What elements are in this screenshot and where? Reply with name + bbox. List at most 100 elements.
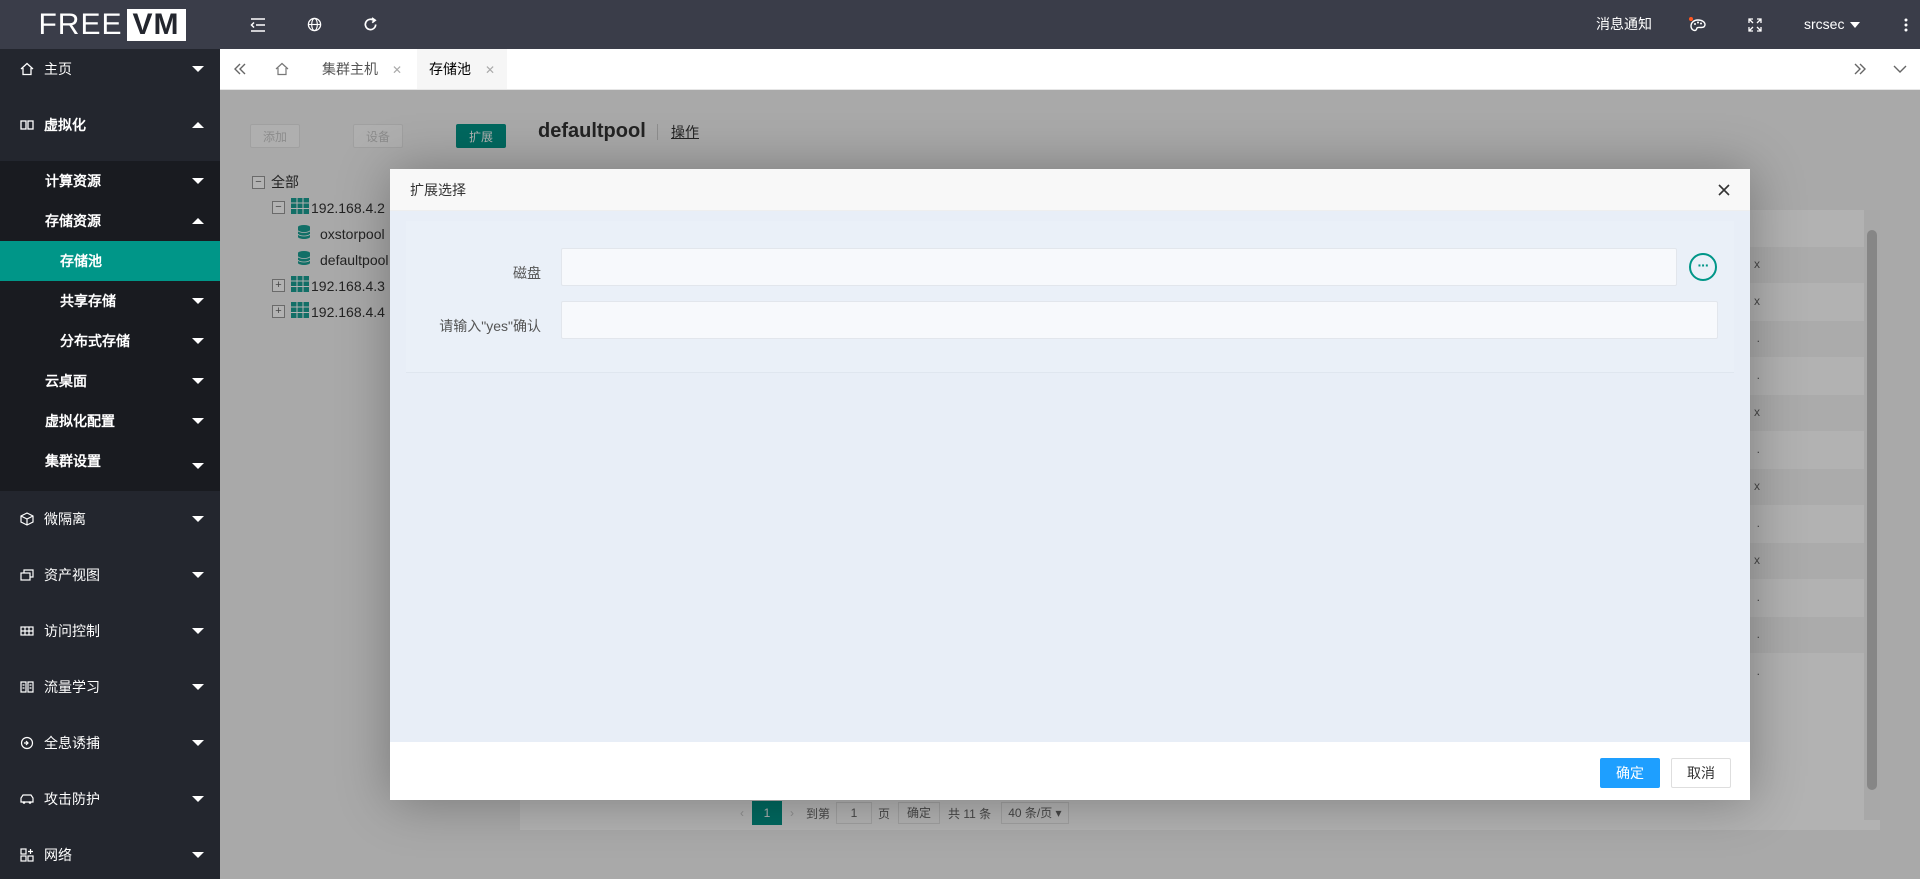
confirm-button[interactable]: 确定 — [1600, 758, 1660, 788]
dialog-footer: 确定 取消 — [390, 742, 1750, 800]
chevron-down-icon — [192, 852, 204, 858]
chevron-down-icon — [192, 338, 204, 344]
sidebar-item-label: 虚拟化配置 — [45, 413, 115, 429]
sidebar-item-label: 流量学习 — [44, 679, 100, 695]
sidebar-item-label: 微隔离 — [44, 511, 86, 527]
sidebar-item-label: 攻击防护 — [44, 791, 100, 807]
sidebar-item-cluster-settings[interactable]: 集群设置 — [0, 441, 220, 491]
sidebar-item-label: 资产视图 — [44, 567, 100, 583]
sidebar-item-virt-config[interactable]: 虚拟化配置 — [0, 401, 220, 441]
top-header: 消息通知 srcsec — [220, 0, 1920, 49]
sidebar-item-label: 存储资源 — [45, 213, 101, 229]
chevron-down-icon — [192, 298, 204, 304]
chevron-up-icon — [192, 218, 204, 224]
sidebar-item-label: 主页 — [44, 61, 72, 77]
tab-label: 集群主机 — [322, 61, 378, 77]
dialog-header: 扩展选择 — [390, 169, 1750, 211]
tabs-scroll-left-icon[interactable] — [220, 49, 260, 89]
sidebar-item-distributed-storage[interactable]: 分布式存储 — [0, 321, 220, 361]
tabs-menu-chevron-down-icon[interactable] — [1880, 49, 1920, 89]
sidebar-item-label: 全息诱捕 — [44, 735, 100, 751]
chevron-down-icon — [192, 628, 204, 634]
dialog-body: 磁盘 ··· 请输入"yes"确认 — [390, 211, 1750, 742]
tab-label: 存储池 — [429, 61, 471, 77]
sidebar-item-network[interactable]: 网络 — [0, 827, 220, 879]
theme-palette-icon[interactable] — [1678, 0, 1718, 49]
virtualization-submenu: 计算资源 存储资源 存储池 共享存储 分布式存储 云桌面 虚拟化配置 集群设置 — [0, 161, 220, 491]
sidebar-item-micro-isolation[interactable]: 微隔离 — [0, 491, 220, 547]
caret-down-icon — [1850, 21, 1861, 28]
disk-field[interactable] — [561, 248, 1677, 286]
chevron-down-icon — [192, 418, 204, 424]
home-icon — [20, 62, 34, 76]
chevron-down-icon — [192, 572, 204, 578]
chevron-down-icon — [192, 463, 204, 469]
user-menu[interactable]: srcsec — [1804, 0, 1861, 49]
sidebar-item-attack-defense[interactable]: 攻击防护 — [0, 771, 220, 827]
tab-cluster-host[interactable]: 集群主机 ✕ — [310, 49, 414, 89]
cancel-button[interactable]: 取消 — [1671, 758, 1731, 788]
network-icon — [20, 848, 34, 862]
sidebar-item-home[interactable]: 主页 — [0, 49, 220, 89]
fullscreen-icon[interactable] — [1735, 0, 1775, 49]
logo: FREE VM — [0, 0, 220, 49]
sidebar-item-virtualization[interactable]: 虚拟化 — [0, 89, 220, 161]
sidebar-item-label: 网络 — [44, 847, 72, 863]
sidebar-item-asset-view[interactable]: 资产视图 — [0, 547, 220, 603]
refresh-icon[interactable] — [350, 0, 390, 49]
disk-label: 磁盘 — [513, 265, 541, 281]
sidebar-item-access-control[interactable]: 访问控制 — [0, 603, 220, 659]
dialog-title: 扩展选择 — [410, 182, 466, 198]
sidebar-item-label: 共享存储 — [60, 293, 116, 309]
sidebar-item-storage-pool[interactable]: 存储池 — [0, 241, 220, 281]
chevron-down-icon — [192, 516, 204, 522]
close-icon[interactable] — [1712, 169, 1736, 211]
sidebar-item-honeypot[interactable]: 全息诱捕 — [0, 715, 220, 771]
sidebar-item-traffic-learning[interactable]: 流量学习 — [0, 659, 220, 715]
notifications-link[interactable]: 消息通知 — [1596, 0, 1652, 49]
sidebar-item-label: 集群设置 — [45, 453, 101, 469]
sidebar: FREE VM 主页 虚拟化 计算资源 存储资源 存储池 共享存储 分布式存储 … — [0, 0, 220, 879]
sidebar-item-label: 虚拟化 — [44, 117, 86, 133]
sidebar-item-label: 分布式存储 — [60, 333, 130, 349]
chevron-down-icon — [192, 66, 204, 72]
sidebar-item-shared-storage[interactable]: 共享存储 — [0, 281, 220, 321]
chevron-down-icon — [192, 178, 204, 184]
chevron-up-icon — [192, 122, 204, 128]
confirm-label: 请输入"yes"确认 — [439, 318, 541, 334]
globe-icon[interactable] — [294, 0, 334, 49]
select-disk-more-button[interactable]: ··· — [1689, 253, 1717, 281]
trap-icon — [20, 736, 34, 750]
confirm-yes-field[interactable] — [561, 301, 1718, 339]
close-icon[interactable]: ✕ — [485, 63, 495, 77]
sidebar-item-label: 云桌面 — [45, 373, 87, 389]
sidebar-item-cloud-desktop[interactable]: 云桌面 — [0, 361, 220, 401]
chevron-down-icon — [192, 684, 204, 690]
expand-dialog: 扩展选择 磁盘 ··· 请输入"yes"确认 确定 取消 — [390, 169, 1750, 800]
more-vertical-icon[interactable] — [1892, 0, 1920, 49]
ellipsis-icon: ··· — [1697, 257, 1710, 273]
tab-storage-pool[interactable]: 存储池 ✕ — [417, 49, 508, 89]
asset-icon — [20, 568, 34, 582]
tabs-bar: 集群主机 ✕ 存储池 ✕ — [220, 49, 1920, 90]
sidebar-item-compute[interactable]: 计算资源 — [0, 161, 220, 201]
car-icon — [20, 792, 34, 806]
tabs-scroll-right-icon[interactable] — [1840, 49, 1880, 89]
table-icon — [20, 624, 34, 638]
chevron-down-icon — [192, 796, 204, 802]
chevron-down-icon — [192, 740, 204, 746]
columns-icon — [20, 118, 34, 132]
sidebar-item-label: 存储池 — [60, 253, 102, 269]
sidebar-item-storage[interactable]: 存储资源 — [0, 201, 220, 241]
cube-icon — [20, 512, 34, 526]
sidebar-item-label: 访问控制 — [44, 623, 100, 639]
home-tab-icon[interactable] — [262, 49, 302, 89]
close-icon[interactable]: ✕ — [392, 63, 402, 77]
book-icon — [20, 680, 34, 694]
expand-form: 磁盘 ··· 请输入"yes"确认 — [406, 221, 1734, 373]
menu-collapse-icon[interactable] — [238, 0, 278, 49]
logo-free-text: FREE — [38, 7, 123, 41]
sidebar-item-label: 计算资源 — [45, 173, 101, 189]
logo-vm-text: VM — [126, 8, 186, 41]
chevron-down-icon — [192, 378, 204, 384]
